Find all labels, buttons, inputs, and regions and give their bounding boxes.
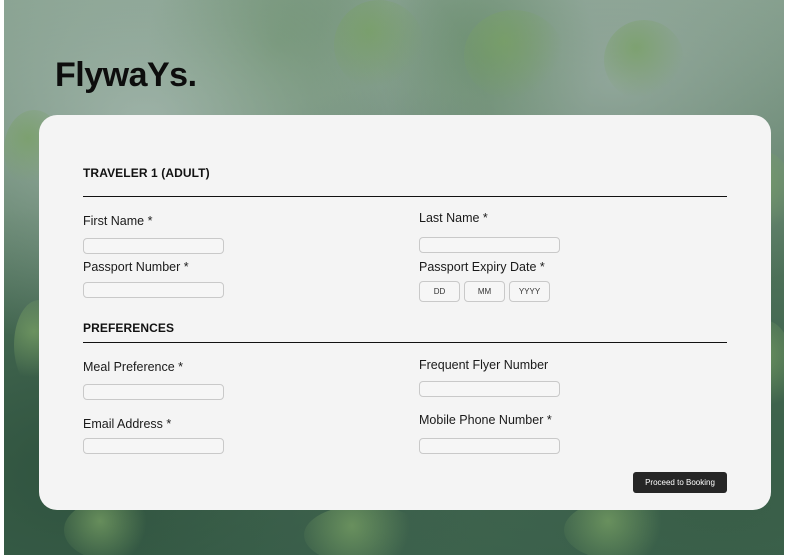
first-name-label: First Name * (83, 214, 153, 228)
passport-number-input[interactable] (83, 282, 224, 298)
email-input[interactable] (83, 438, 224, 454)
preferences-section-divider (83, 342, 727, 343)
last-name-input[interactable] (419, 237, 560, 253)
expiry-year-input[interactable] (509, 281, 550, 302)
traveler-section-title: TRAVELER 1 (ADULT) (83, 166, 210, 180)
traveler-form-card: TRAVELER 1 (ADULT) First Name * Last Nam… (39, 115, 771, 510)
proceed-to-booking-button[interactable]: Proceed to Booking (633, 472, 727, 493)
meal-preference-input[interactable] (83, 384, 224, 400)
meal-preference-label: Meal Preference * (83, 360, 184, 374)
mobile-phone-label: Mobile Phone Number * (419, 413, 552, 427)
passport-number-label: Passport Number * (83, 260, 189, 274)
first-name-input[interactable] (83, 238, 224, 254)
mobile-phone-input[interactable] (419, 438, 560, 454)
brand-logo: FlywaYs. (55, 56, 197, 94)
last-name-label: Last Name * (419, 211, 488, 225)
passport-expiry-label: Passport Expiry Date * (419, 260, 545, 274)
traveler-section-divider (83, 196, 727, 197)
expiry-month-input[interactable] (464, 281, 505, 302)
preferences-section-title: PREFERENCES (83, 321, 175, 335)
email-label: Email Address * (83, 417, 172, 431)
frequent-flyer-label: Frequent Flyer Number (419, 358, 549, 372)
frequent-flyer-input[interactable] (419, 381, 560, 397)
expiry-day-input[interactable] (419, 281, 460, 302)
